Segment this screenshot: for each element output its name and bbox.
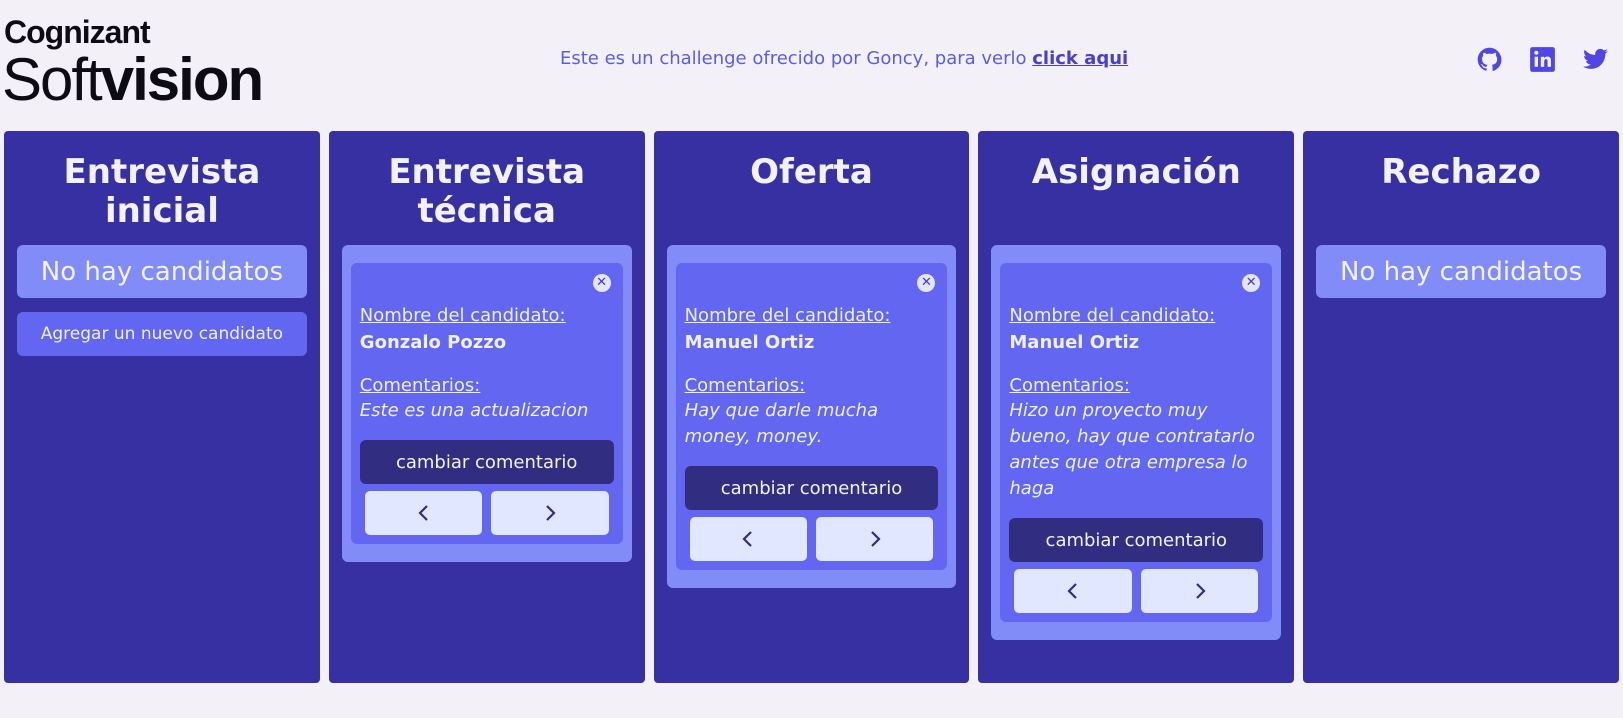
move-right-button[interactable] bbox=[816, 517, 934, 561]
close-icon[interactable]: ✕ bbox=[1242, 274, 1261, 292]
column-entrevista-inicial: Entrevista inicial No hay candidatos Agr… bbox=[4, 131, 320, 683]
name-label: Nombre del candidato: bbox=[684, 305, 891, 326]
twitter-icon[interactable] bbox=[1582, 46, 1609, 73]
candidate-comment: Hay que darle mucha money, money. bbox=[684, 400, 879, 447]
name-label: Nombre del candidato: bbox=[359, 305, 566, 326]
chevron-left-icon bbox=[1067, 583, 1077, 599]
linkedin-icon[interactable] bbox=[1529, 46, 1556, 73]
add-candidate-button[interactable]: Agregar un nuevo candidato bbox=[17, 312, 307, 356]
logo-softvision-text: Softvision bbox=[2, 50, 264, 110]
challenge-banner: Este es un challenge ofrecido por Goncy,… bbox=[560, 48, 1160, 69]
chevron-right-icon bbox=[1195, 583, 1206, 599]
challenge-link[interactable]: click aqui bbox=[1032, 48, 1128, 69]
social-links bbox=[1476, 46, 1609, 73]
github-icon[interactable] bbox=[1476, 46, 1503, 73]
column-oferta: Oferta ✕ Nombre del candidato: Manuel Or… bbox=[653, 131, 970, 683]
column-rechazo: Rechazo No hay candidatos bbox=[1303, 131, 1619, 683]
candidate-card: ✕ Nombre del candidato: Gonzalo Pozzo Co… bbox=[350, 263, 623, 544]
comments-label: Comentarios: bbox=[684, 375, 806, 396]
chevron-right-icon bbox=[546, 505, 556, 521]
comments-label: Comentarios: bbox=[359, 375, 481, 396]
candidate-comment: Este es una actualizacion bbox=[359, 400, 589, 421]
candidate-list: ✕ Nombre del candidato: Gonzalo Pozzo Co… bbox=[341, 245, 632, 562]
chevron-left-icon bbox=[417, 505, 428, 521]
logo-soft: Soft bbox=[2, 46, 103, 113]
change-comment-button[interactable]: cambiar comentario bbox=[1009, 518, 1264, 562]
comments-label: Comentarios: bbox=[1009, 375, 1130, 396]
candidate-card: ✕ Nombre del candidato: Manuel Ortiz Com… bbox=[675, 263, 948, 570]
challenge-text: Este es un challenge ofrecido por Goncy,… bbox=[560, 48, 1033, 69]
move-left-button[interactable] bbox=[1014, 569, 1132, 613]
change-comment-button[interactable]: cambiar comentario bbox=[359, 440, 614, 484]
candidate-list: ✕ Nombre del candidato: Manuel Ortiz Com… bbox=[666, 245, 957, 588]
candidate-name: Manuel Ortiz bbox=[684, 332, 815, 353]
column-entrevista-tecnica: Entrevista técnica ✕ Nombre del candidat… bbox=[328, 131, 645, 683]
move-buttons bbox=[1009, 569, 1263, 613]
softvision-logo: Cognizant Softvision bbox=[2, 14, 274, 110]
move-buttons bbox=[685, 517, 939, 561]
chevron-right-icon bbox=[870, 531, 881, 547]
move-right-button[interactable] bbox=[1140, 569, 1259, 613]
column-title: Rechazo bbox=[1381, 152, 1541, 192]
column-title: Entrevista inicial bbox=[63, 152, 261, 231]
close-icon[interactable]: ✕ bbox=[917, 274, 936, 292]
change-comment-button[interactable]: cambiar comentario bbox=[684, 466, 939, 510]
candidate-card: ✕ Nombre del candidato: Manuel Ortiz Com… bbox=[1000, 263, 1273, 622]
candidate-list: ✕ Nombre del candidato: Manuel Ortiz Com… bbox=[991, 245, 1282, 640]
column-asignacion: Asignación ✕ Nombre del candidato: Manue… bbox=[978, 131, 1295, 683]
empty-message: No hay candidatos bbox=[1316, 245, 1606, 298]
move-left-button[interactable] bbox=[689, 517, 807, 561]
empty-message: No hay candidatos bbox=[17, 245, 307, 298]
column-title: Entrevista técnica bbox=[388, 152, 586, 231]
name-label: Nombre del candidato: bbox=[1009, 305, 1216, 326]
kanban-board: Entrevista inicial No hay candidatos Agr… bbox=[4, 131, 1619, 683]
move-buttons bbox=[360, 491, 614, 535]
candidate-name: Manuel Ortiz bbox=[1009, 332, 1140, 353]
column-title: Oferta bbox=[750, 152, 873, 192]
candidate-name: Gonzalo Pozzo bbox=[359, 332, 507, 353]
chevron-left-icon bbox=[742, 531, 753, 547]
candidate-comment: Hizo un proyecto muy bueno, hay que cont… bbox=[1009, 400, 1255, 499]
move-left-button[interactable] bbox=[364, 491, 483, 535]
close-icon[interactable]: ✕ bbox=[592, 274, 611, 292]
logo-cognizant-text: Cognizant bbox=[4, 14, 151, 50]
logo-vision: vision bbox=[100, 46, 264, 113]
column-title: Asignación bbox=[1031, 152, 1241, 192]
move-right-button[interactable] bbox=[491, 491, 609, 535]
